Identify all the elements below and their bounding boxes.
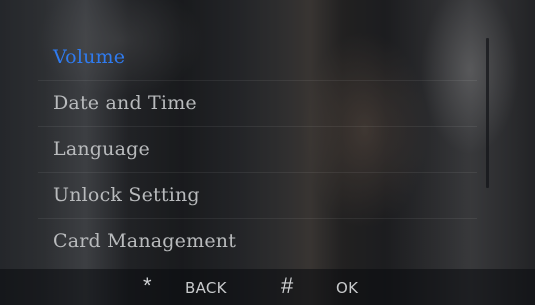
menu-item-label: Language: [53, 138, 150, 160]
asterisk-key-icon: *: [143, 273, 152, 298]
menu-item-volume[interactable]: Volume: [0, 34, 535, 80]
scrollbar[interactable]: [486, 38, 489, 188]
settings-screen: Volume Date and Time Language Unlock Set…: [0, 0, 535, 305]
back-button[interactable]: BACK: [185, 279, 227, 297]
menu-item-label: Card Management: [53, 230, 237, 252]
menu-item-label: Volume: [53, 46, 126, 68]
menu-item-unlock-setting[interactable]: Unlock Setting: [0, 172, 535, 218]
settings-menu: Volume Date and Time Language Unlock Set…: [0, 34, 535, 264]
menu-item-card-management[interactable]: Card Management: [0, 218, 535, 264]
menu-item-language[interactable]: Language: [0, 126, 535, 172]
menu-item-date-and-time[interactable]: Date and Time: [0, 80, 535, 126]
hash-key-icon: #: [281, 273, 294, 298]
ok-button[interactable]: OK: [336, 279, 358, 297]
menu-item-label: Date and Time: [53, 92, 197, 114]
menu-item-label: Unlock Setting: [53, 184, 200, 206]
footer-bar: * BACK # OK: [0, 269, 535, 305]
